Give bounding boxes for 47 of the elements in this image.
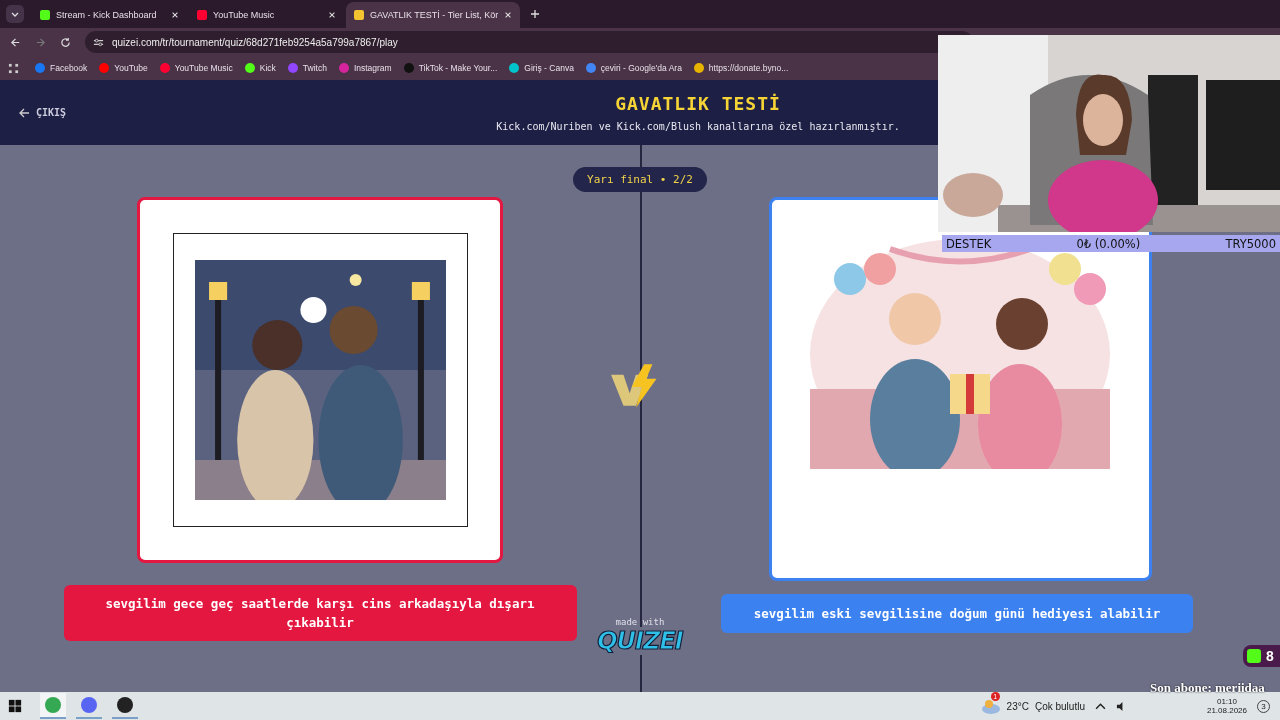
- weather-label: Çok bulutlu: [1034, 700, 1085, 712]
- reload-icon[interactable]: [60, 36, 71, 48]
- answer-button[interactable]: sevgilim eski sevgilisine doğum günü hediyesi alabilir: [721, 594, 1193, 633]
- bookmark-link[interactable]: çeviri - Google'da Ara: [585, 63, 682, 73]
- bookmark-link[interactable]: Kick: [244, 63, 276, 73]
- browser-tab[interactable]: Stream - Kick Dashboard: [32, 2, 187, 28]
- answer-button[interactable]: sevgilim gece geç saatlerde karşı cins arkadaşıyla dışarı çıkabilir: [63, 585, 577, 641]
- close-icon[interactable]: [504, 11, 513, 19]
- tab-list-icon[interactable]: [6, 5, 24, 23]
- bookmark-link[interactable]: Twitch: [287, 63, 327, 73]
- tab-title: GAVATLIK TESTİ - Tier List, Kör: [370, 10, 499, 20]
- clock-time: 01:10: [1216, 697, 1237, 706]
- apps-grid-icon[interactable]: [8, 62, 19, 74]
- bookmark-link[interactable]: YouTube Music: [159, 63, 233, 73]
- option-card[interactable]: [137, 197, 503, 563]
- round-badge: Yarı final • 2/2: [573, 167, 707, 192]
- kick-viewer-badge: 8: [1243, 645, 1280, 667]
- new-tab-icon[interactable]: [530, 9, 541, 19]
- donation-goal: TRY5000: [1225, 236, 1276, 251]
- exit-link[interactable]: ÇIKIŞ: [18, 106, 458, 119]
- bookmark-link[interactable]: TikTok - Make Your...: [403, 63, 498, 73]
- bookmark-link[interactable]: https://donate.byno...: [693, 63, 789, 73]
- close-icon[interactable]: [171, 11, 179, 19]
- browser-tab[interactable]: YouTube Music: [189, 2, 344, 28]
- donation-label: DESTEK: [946, 236, 992, 251]
- back-arrow-icon: [18, 106, 30, 119]
- tab-title: Stream - Kick Dashboard: [56, 10, 158, 20]
- clock-date: 21.08.2026: [1206, 706, 1247, 715]
- quiz-title: GAVATLIK TESTİ: [615, 93, 781, 114]
- chevron-up-icon[interactable]: [1094, 700, 1106, 712]
- last-subscriber-label: Son abone: meriidaa: [1150, 680, 1265, 696]
- tab-title: YouTube Music: [213, 10, 276, 20]
- bookmark-link[interactable]: Facebook: [35, 63, 88, 73]
- windows-start-icon[interactable]: [8, 699, 22, 713]
- temperature-label: 23°C: [1006, 700, 1029, 712]
- bookmark-link[interactable]: Instagram: [338, 63, 392, 73]
- made-with-label: made with: [615, 617, 665, 627]
- bookmark-link[interactable]: Giriş - Canva: [509, 63, 574, 73]
- donation-amount: 0₺ (0.00%): [1076, 236, 1141, 251]
- bookmark-link[interactable]: YouTube: [99, 63, 148, 73]
- cloud-icon: [980, 698, 1001, 714]
- back-icon[interactable]: [10, 36, 21, 48]
- site-settings-icon[interactable]: [93, 36, 104, 48]
- close-icon[interactable]: [328, 11, 336, 19]
- browser-tab[interactable]: GAVATLIK TESTİ - Tier List, Kör: [346, 2, 521, 28]
- forward-icon[interactable]: [35, 36, 46, 48]
- quiz-subtitle: Kick.com/Nuriben ve Kick.com/Blush kanallarına özel hazırlanmıştır.: [496, 121, 900, 132]
